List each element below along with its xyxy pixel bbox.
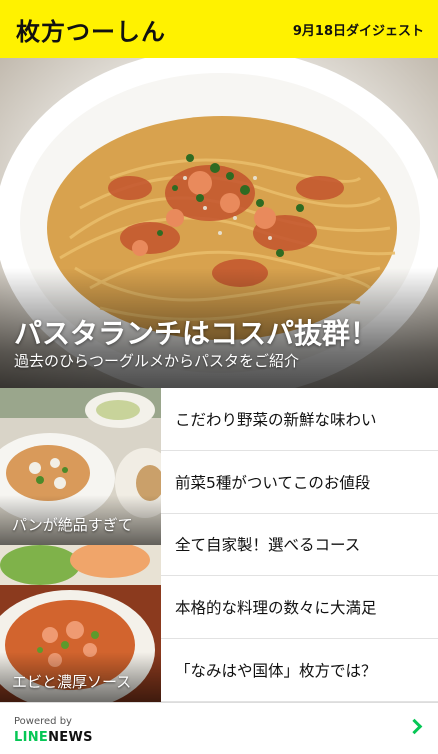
- line-news-logo-line: LINE: [14, 730, 49, 745]
- digest-date-label: 9月18日ダイジェスト: [292, 23, 424, 39]
- thumbnail-article-bread[interactable]: パンが絶品すぎて: [0, 388, 161, 545]
- article-item[interactable]: 「なみはや国体」枚方では？: [161, 639, 438, 702]
- article-item[interactable]: 全て自家製！選べるコース: [161, 514, 438, 577]
- line-news-logo: LINENEWS: [14, 730, 93, 745]
- line-news-logo-news: NEWS: [48, 730, 93, 745]
- footer-bar[interactable]: Powered by LINENEWS: [0, 702, 438, 754]
- article-item[interactable]: こだわり野菜の新鮮な味わい: [161, 388, 438, 451]
- brand-logo[interactable]: 枚方つーしん: [16, 12, 166, 47]
- hero-subtitle: 過去のひらつーグルメからパスタをご紹介: [14, 352, 300, 370]
- thumbnail-caption: パンが絶品すぎて: [12, 516, 133, 534]
- article-item[interactable]: 本格的な料理の数々に大満足: [161, 576, 438, 640]
- thumbnail-caption: エビと濃厚ソース: [12, 673, 132, 691]
- hero-title[interactable]: パスタランチはコスパ抜群！: [14, 312, 378, 352]
- chevron-right-icon[interactable]: [406, 718, 423, 735]
- hero-article[interactable]: パスタランチはコスパ抜群！ 過去のひらつーグルメからパスタをご紹介: [0, 58, 438, 388]
- article-list: こだわり野菜の新鮮な味わい 前菜5種がついてこのお値段 全て自家製！選べるコース…: [161, 388, 438, 702]
- powered-by-label: Powered by: [14, 716, 72, 727]
- thumbnail-article-shrimp[interactable]: エビと濃厚ソース: [0, 545, 161, 702]
- article-item[interactable]: 前菜5種がついてこのお値段: [161, 451, 438, 514]
- header-bar: 枚方つーしん 9月18日ダイジェスト: [0, 0, 438, 58]
